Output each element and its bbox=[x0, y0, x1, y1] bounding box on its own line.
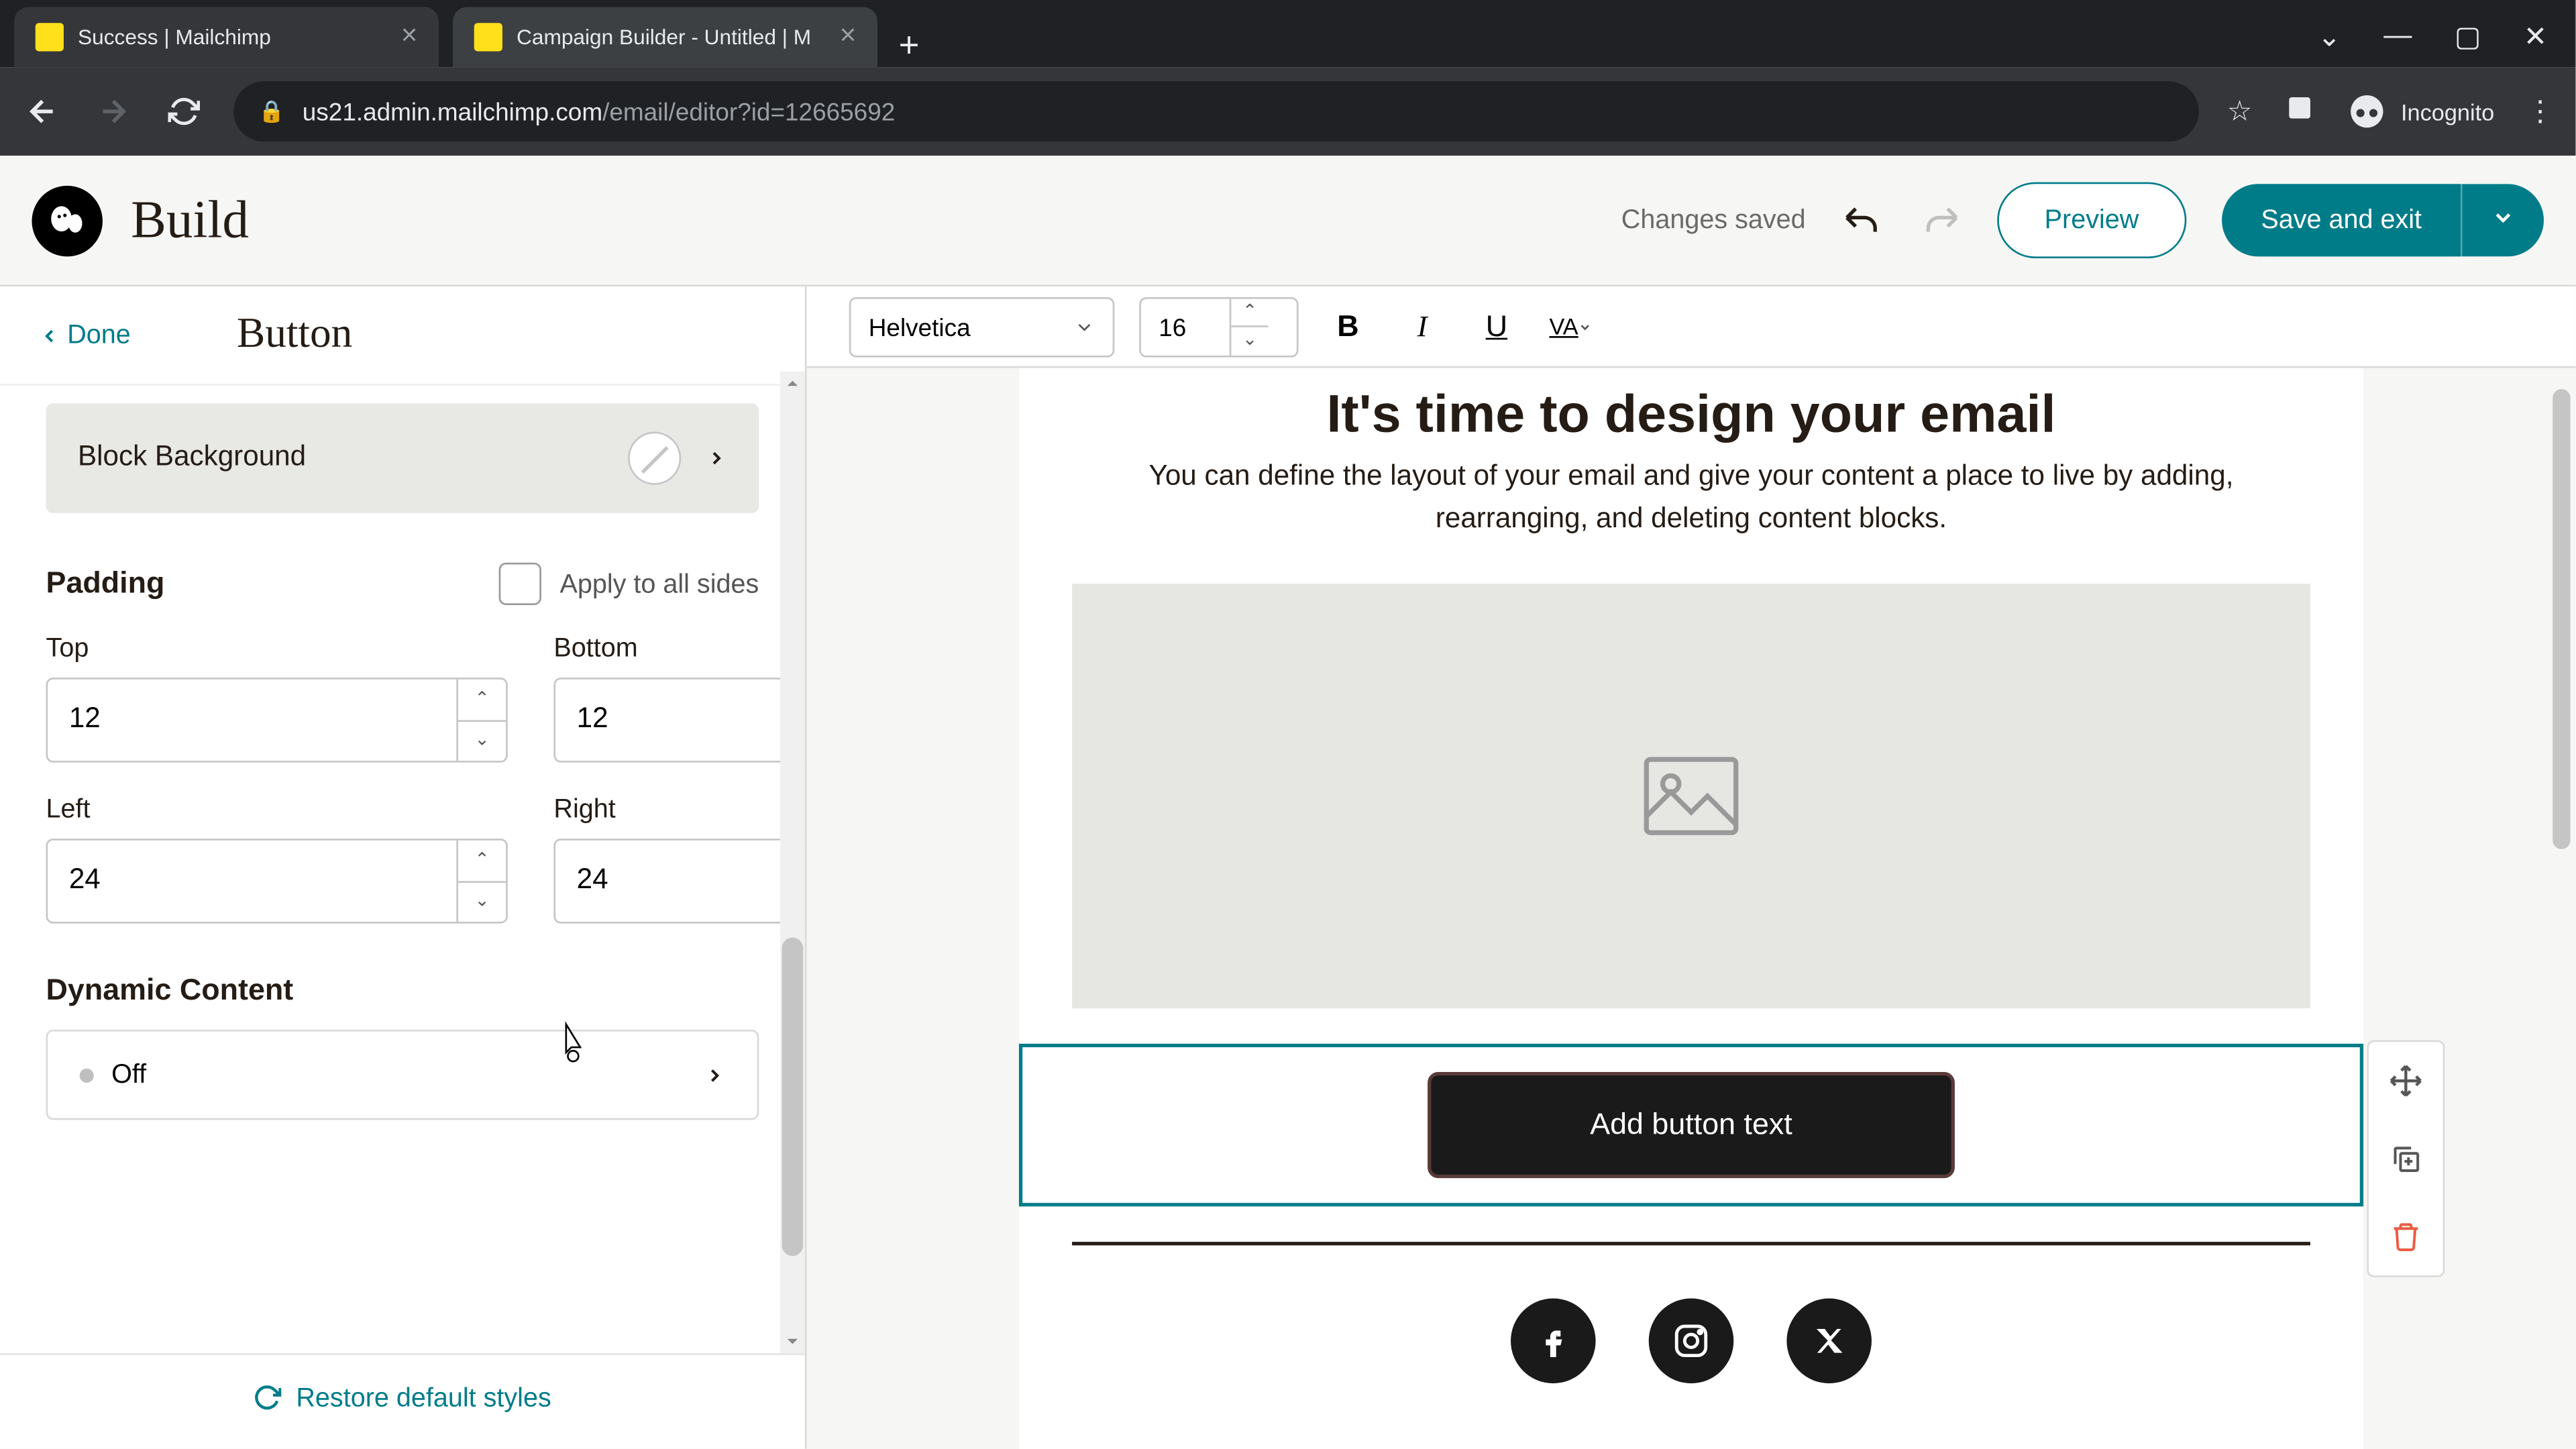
image-icon bbox=[1642, 755, 1741, 837]
step-down-button[interactable]: ⌄ bbox=[458, 882, 506, 922]
apply-all-sides-checkbox[interactable]: Apply to all sides bbox=[500, 563, 759, 605]
forward-button[interactable] bbox=[92, 90, 134, 132]
checkbox-icon bbox=[500, 563, 542, 605]
save-status: Changes saved bbox=[1621, 205, 1806, 235]
email-heading[interactable]: It's time to design your email bbox=[1019, 368, 2363, 456]
bookmark-icon[interactable]: ☆ bbox=[2227, 94, 2253, 129]
preview-button[interactable]: Preview bbox=[1996, 182, 2186, 258]
button-block-selected[interactable]: Add button text bbox=[1019, 1044, 2363, 1207]
mailchimp-favicon bbox=[474, 23, 502, 51]
padding-right-input[interactable]: ⌃⌄ bbox=[553, 839, 804, 924]
sidebar-scrollbar[interactable] bbox=[780, 372, 805, 1354]
address-bar[interactable]: 🔒 us21.admin.mailchimp.com/email/editor?… bbox=[233, 81, 2198, 142]
save-exit-button[interactable]: Save and exit bbox=[2222, 184, 2461, 256]
step-up-button[interactable]: ⌃ bbox=[458, 680, 506, 721]
incognito-icon bbox=[2348, 92, 2387, 131]
browser-tab-strip: Success | Mailchimp × Campaign Builder -… bbox=[0, 0, 2575, 67]
panel-title: Button bbox=[237, 311, 352, 359]
incognito-badge[interactable]: Incognito bbox=[2348, 92, 2494, 131]
browser-tab[interactable]: Success | Mailchimp × bbox=[14, 7, 439, 68]
padding-left-input[interactable]: ⌃⌄ bbox=[46, 839, 508, 924]
duplicate-icon bbox=[2390, 1143, 2422, 1175]
step-down-button[interactable]: ⌄ bbox=[1231, 327, 1268, 355]
url-text: us21.admin.mailchimp.com/email/editor?id… bbox=[303, 97, 895, 125]
email-cta-button[interactable]: Add button text bbox=[1428, 1072, 1955, 1178]
restore-defaults-link[interactable]: Restore default styles bbox=[254, 1383, 551, 1413]
scroll-down-icon bbox=[780, 1328, 805, 1353]
step-down-button[interactable]: ⌄ bbox=[458, 721, 506, 761]
facebook-icon[interactable] bbox=[1511, 1299, 1596, 1384]
block-action-toolbar bbox=[2367, 1040, 2445, 1277]
delete-block-button[interactable] bbox=[2369, 1197, 2443, 1275]
move-block-button[interactable] bbox=[2369, 1042, 2443, 1120]
image-placeholder-block[interactable] bbox=[1072, 584, 2310, 1008]
padding-left-label: Left bbox=[46, 794, 508, 824]
x-twitter-icon[interactable] bbox=[1786, 1299, 1872, 1384]
block-background-row[interactable]: Block Background bbox=[46, 403, 759, 513]
new-tab-button[interactable]: + bbox=[877, 27, 941, 68]
dynamic-content-row[interactable]: Off bbox=[46, 1030, 759, 1120]
padding-top-input[interactable]: ⌃⌄ bbox=[46, 678, 508, 763]
chevron-left-icon bbox=[39, 325, 60, 346]
email-subtitle[interactable]: You can define the layout of your email … bbox=[1019, 456, 2363, 584]
tab-title: Campaign Builder - Untitled | M bbox=[517, 25, 811, 50]
chevron-down-icon bbox=[1074, 316, 1095, 337]
font-size-input[interactable]: ⌃⌄ bbox=[1139, 297, 1298, 357]
lock-icon: 🔒 bbox=[258, 99, 284, 124]
menu-icon[interactable]: ⋮ bbox=[2526, 94, 2555, 129]
dynamic-content-heading: Dynamic Content bbox=[46, 973, 759, 1008]
social-block[interactable] bbox=[1019, 1299, 2363, 1384]
back-button[interactable] bbox=[21, 90, 64, 132]
tab-close-icon[interactable]: × bbox=[840, 21, 857, 53]
close-window-icon[interactable]: ✕ bbox=[2524, 19, 2547, 55]
save-dropdown-button[interactable] bbox=[2461, 184, 2544, 256]
padding-bottom-label: Bottom bbox=[553, 633, 804, 663]
chevron-right-icon bbox=[704, 1064, 726, 1085]
trash-icon bbox=[2390, 1221, 2422, 1252]
padding-top-label: Top bbox=[46, 633, 508, 663]
move-icon bbox=[2388, 1063, 2424, 1099]
step-up-button[interactable]: ⌃ bbox=[1231, 298, 1268, 327]
email-body: It's time to design your email You can d… bbox=[1019, 368, 2363, 1448]
bold-button[interactable]: B bbox=[1323, 302, 1373, 352]
status-dot-off-icon bbox=[80, 1069, 94, 1083]
done-link[interactable]: Done bbox=[39, 320, 131, 350]
letter-spacing-button[interactable]: VA bbox=[1546, 302, 1596, 352]
padding-right-label: Right bbox=[553, 794, 804, 824]
scroll-up-icon bbox=[780, 372, 805, 396]
instagram-icon[interactable] bbox=[1649, 1299, 1734, 1384]
underline-button[interactable]: U bbox=[1472, 302, 1521, 352]
refresh-icon bbox=[254, 1383, 282, 1411]
text-format-toolbar: Helvetica ⌃⌄ B I U VA bbox=[806, 286, 2575, 368]
undo-button[interactable] bbox=[1841, 199, 1883, 241]
extensions-icon[interactable] bbox=[2284, 91, 2316, 132]
browser-toolbar: 🔒 us21.admin.mailchimp.com/email/editor?… bbox=[0, 67, 2575, 156]
reload-button[interactable] bbox=[163, 90, 205, 132]
tab-title: Success | Mailchimp bbox=[78, 25, 271, 50]
browser-tab-active[interactable]: Campaign Builder - Untitled | M × bbox=[453, 7, 877, 68]
properties-sidebar: Done Button Block Background Padding App… bbox=[0, 286, 806, 1449]
page-title: Build bbox=[131, 190, 249, 250]
canvas-scrollbar[interactable] bbox=[2547, 368, 2572, 1448]
tab-close-icon[interactable]: × bbox=[401, 21, 418, 53]
email-canvas-area: Helvetica ⌃⌄ B I U VA It's time to desig… bbox=[806, 286, 2575, 1449]
redo-button[interactable] bbox=[1919, 199, 1961, 241]
step-up-button[interactable]: ⌃ bbox=[458, 841, 506, 882]
italic-button[interactable]: I bbox=[1397, 302, 1447, 352]
scroll-thumb[interactable] bbox=[2553, 389, 2570, 849]
scroll-thumb[interactable] bbox=[782, 938, 804, 1256]
color-swatch-none bbox=[628, 431, 681, 484]
maximize-icon[interactable]: ▢ bbox=[2455, 19, 2481, 55]
padding-heading: Padding bbox=[46, 566, 165, 602]
chevron-down-icon[interactable]: ⌄ bbox=[2318, 19, 2341, 55]
divider-block[interactable] bbox=[1072, 1242, 2310, 1245]
minimize-icon[interactable]: — bbox=[2383, 21, 2412, 53]
app-header: Build Changes saved Preview Save and exi… bbox=[0, 156, 2575, 286]
padding-bottom-input[interactable]: ⌃⌄ bbox=[553, 678, 804, 763]
chevron-right-icon bbox=[706, 447, 727, 469]
mailchimp-favicon bbox=[36, 23, 64, 51]
font-family-select[interactable]: Helvetica bbox=[849, 297, 1115, 357]
mailchimp-logo[interactable] bbox=[32, 185, 102, 256]
duplicate-block-button[interactable] bbox=[2369, 1120, 2443, 1197]
